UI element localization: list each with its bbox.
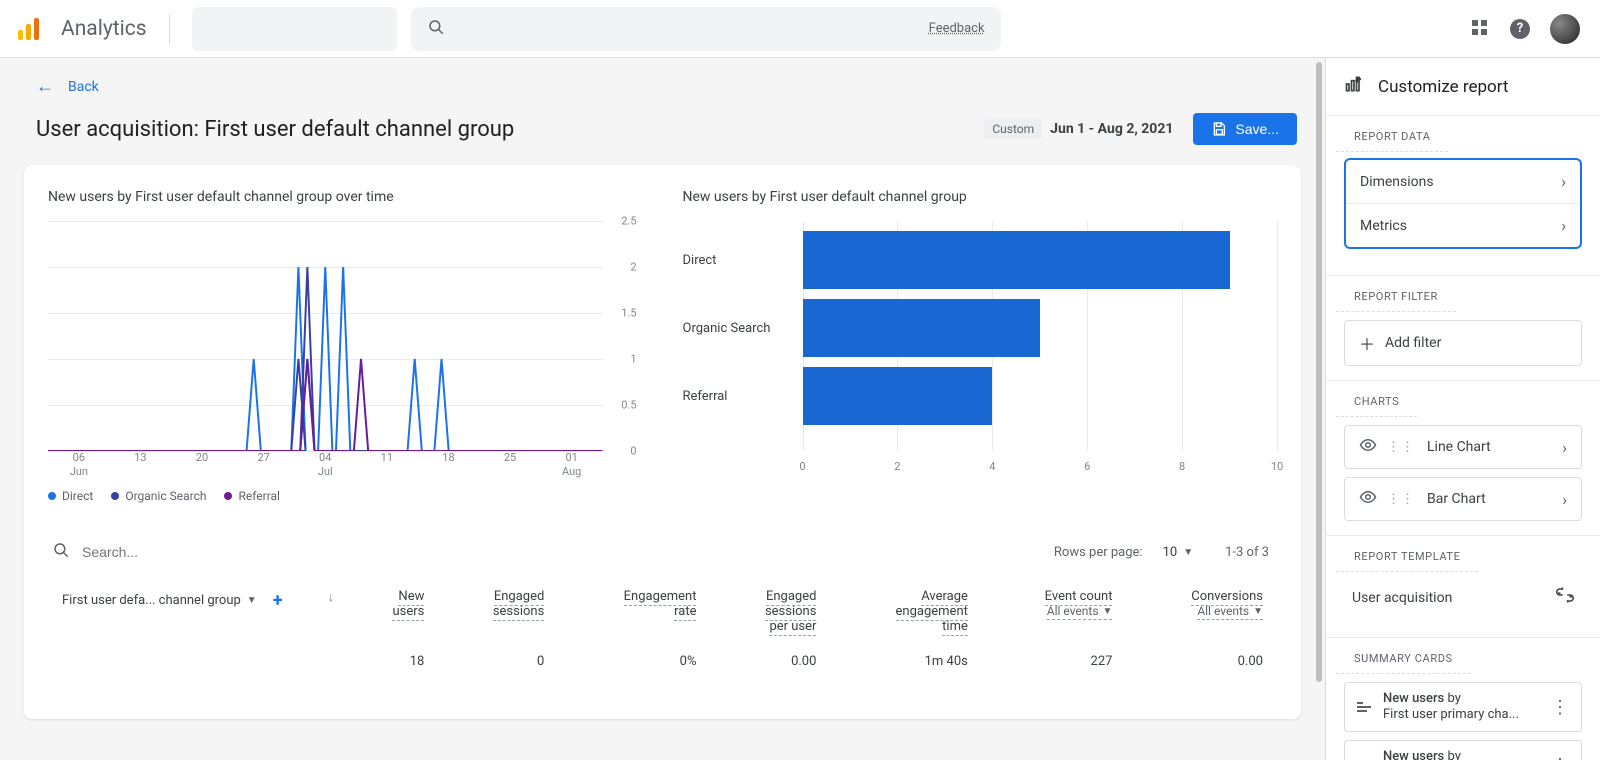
col-engaged-sessions-per-user[interactable]: Engagedsessionsper user: [765, 589, 817, 636]
custom-chip: Custom: [984, 119, 1042, 139]
visibility-icon: [1359, 488, 1377, 510]
add-filter-label: Add filter: [1385, 335, 1441, 351]
save-icon: [1211, 121, 1227, 137]
drag-handle-icon[interactable]: ⋮⋮: [1387, 492, 1415, 507]
dimension-label: First user defa... channel group: [62, 593, 241, 608]
legend-item[interactable]: Direct: [48, 489, 93, 503]
visibility-icon: [1359, 436, 1377, 458]
page-title: User acquisition: First user default cha…: [36, 117, 964, 142]
add-dimension-button[interactable]: +: [267, 589, 289, 611]
cell-event-count: 227: [982, 644, 1127, 679]
legend-item[interactable]: Referral: [224, 489, 280, 503]
table-row: 18 0 0% 0.00 1m 40s 227 0.00: [48, 644, 1277, 679]
line-chart: 00.511.522.5 06Jun13202704Jul11182501Aug: [48, 221, 643, 481]
data-table: First user defa... channel group ▼ + ↓ N…: [48, 579, 1277, 679]
cell-engagement-rate: 0%: [558, 644, 710, 679]
bar-category-label: Direct: [683, 253, 793, 268]
metrics-row[interactable]: Metrics ›: [1346, 203, 1580, 247]
date-range[interactable]: Jun 1 - Aug 2, 2021: [1050, 121, 1173, 137]
legend-item[interactable]: Organic Search: [111, 489, 206, 503]
rows-per-page-label: Rows per page:: [1054, 545, 1143, 560]
bar-category-label: Organic Search: [683, 321, 793, 336]
cell-conversions: 0.00: [1126, 644, 1277, 679]
chart-item-line[interactable]: ⋮⋮ Line Chart ›: [1344, 425, 1582, 469]
bar-fill: [803, 231, 1230, 289]
bar-fill: [803, 367, 993, 425]
account-selector[interactable]: [192, 7, 397, 51]
chevron-down-icon: ▼: [1183, 547, 1193, 558]
dimensions-label: Dimensions: [1360, 174, 1434, 190]
section-summary: SUMMARY CARDS: [1336, 638, 1471, 674]
plus-icon: ＋: [1359, 331, 1375, 355]
back-arrow-icon[interactable]: ←: [36, 76, 54, 97]
cell-new-users: 18: [348, 644, 438, 679]
event-count-filter[interactable]: All events▼: [1047, 604, 1113, 620]
rightpanel-title: Customize report: [1378, 77, 1508, 97]
chevron-right-icon: ›: [1561, 172, 1566, 191]
chart-item-bar[interactable]: ⋮⋮ Bar Chart ›: [1344, 477, 1582, 521]
save-button-label: Save...: [1235, 121, 1279, 137]
add-filter-button[interactable]: ＋ Add filter: [1344, 320, 1582, 366]
cell-engaged-sessions: 0: [438, 644, 558, 679]
metrics-label: Metrics: [1360, 218, 1407, 234]
bar-category-label: Referral: [683, 389, 793, 404]
customize-icon: [1344, 74, 1364, 99]
avatar[interactable]: [1550, 14, 1580, 44]
col-engaged-sessions[interactable]: Engagedsessions: [493, 589, 545, 621]
summary-card[interactable]: New users byFirst user primary cha... ⋮: [1344, 740, 1582, 760]
global-search[interactable]: Feedback: [411, 7, 1001, 51]
section-template: REPORT TEMPLATE: [1336, 536, 1478, 572]
back-link[interactable]: Back: [68, 79, 99, 95]
section-report-data: REPORT DATA: [1336, 116, 1448, 152]
dimensions-row[interactable]: Dimensions ›: [1346, 160, 1580, 203]
search-icon: [427, 18, 445, 40]
template-name: User acquisition: [1352, 590, 1452, 606]
chevron-right-icon: ›: [1562, 438, 1567, 457]
cell-avg-time: 1m 40s: [830, 644, 981, 679]
more-icon[interactable]: ⋮: [1547, 697, 1573, 718]
col-engagement-rate[interactable]: Engagementrate: [624, 589, 697, 621]
save-button[interactable]: Save...: [1193, 113, 1297, 145]
col-avg-engagement-time[interactable]: Averageengagementtime: [896, 589, 968, 636]
rows-per-page-select[interactable]: 10 ▼: [1163, 545, 1194, 560]
scrollbar[interactable]: [1316, 58, 1324, 698]
product-name: Analytics: [61, 17, 147, 41]
chevron-right-icon: ›: [1561, 216, 1566, 235]
sort-descending-icon[interactable]: ↓: [328, 590, 335, 605]
summary-card[interactable]: New users byFirst user primary cha... ⋮: [1344, 682, 1582, 732]
apps-icon[interactable]: [1472, 20, 1490, 38]
chevron-right-icon: ›: [1562, 490, 1567, 509]
bar-fill: [803, 299, 1040, 357]
table-search-input[interactable]: [82, 544, 1042, 560]
bar-chart-label: Bar Chart: [1427, 491, 1486, 507]
help-icon[interactable]: ?: [1510, 19, 1530, 39]
section-charts: CHARTS: [1336, 381, 1417, 417]
chevron-down-icon: ▼: [247, 595, 257, 606]
line-chart-label: Line Chart: [1427, 439, 1491, 455]
conversions-filter[interactable]: All events▼: [1197, 604, 1263, 620]
col-new-users[interactable]: Newusers: [392, 589, 424, 621]
dimension-dropdown[interactable]: First user defa... channel group ▼: [62, 593, 257, 608]
divider: [169, 14, 170, 44]
rows-per-page-value: 10: [1163, 545, 1178, 560]
line-chart-title: New users by First user default channel …: [48, 189, 643, 205]
table-search-icon: [52, 541, 70, 563]
more-icon[interactable]: ⋮: [1547, 755, 1573, 760]
page-indicator: 1-3 of 3: [1225, 545, 1269, 560]
section-report-filter: REPORT FILTER: [1336, 276, 1456, 312]
drag-handle-icon[interactable]: ⋮⋮: [1387, 440, 1415, 455]
analytics-logo: [18, 18, 39, 40]
cell-sessions-per-user: 0.00: [710, 644, 830, 679]
feedback-link[interactable]: Feedback: [929, 21, 985, 36]
bar-chart: 0246810 DirectOrganic SearchReferral: [683, 221, 1278, 481]
unlink-icon[interactable]: [1556, 586, 1574, 609]
list-icon: [1357, 702, 1373, 712]
bar-chart-title: New users by First user default channel …: [683, 189, 1278, 205]
